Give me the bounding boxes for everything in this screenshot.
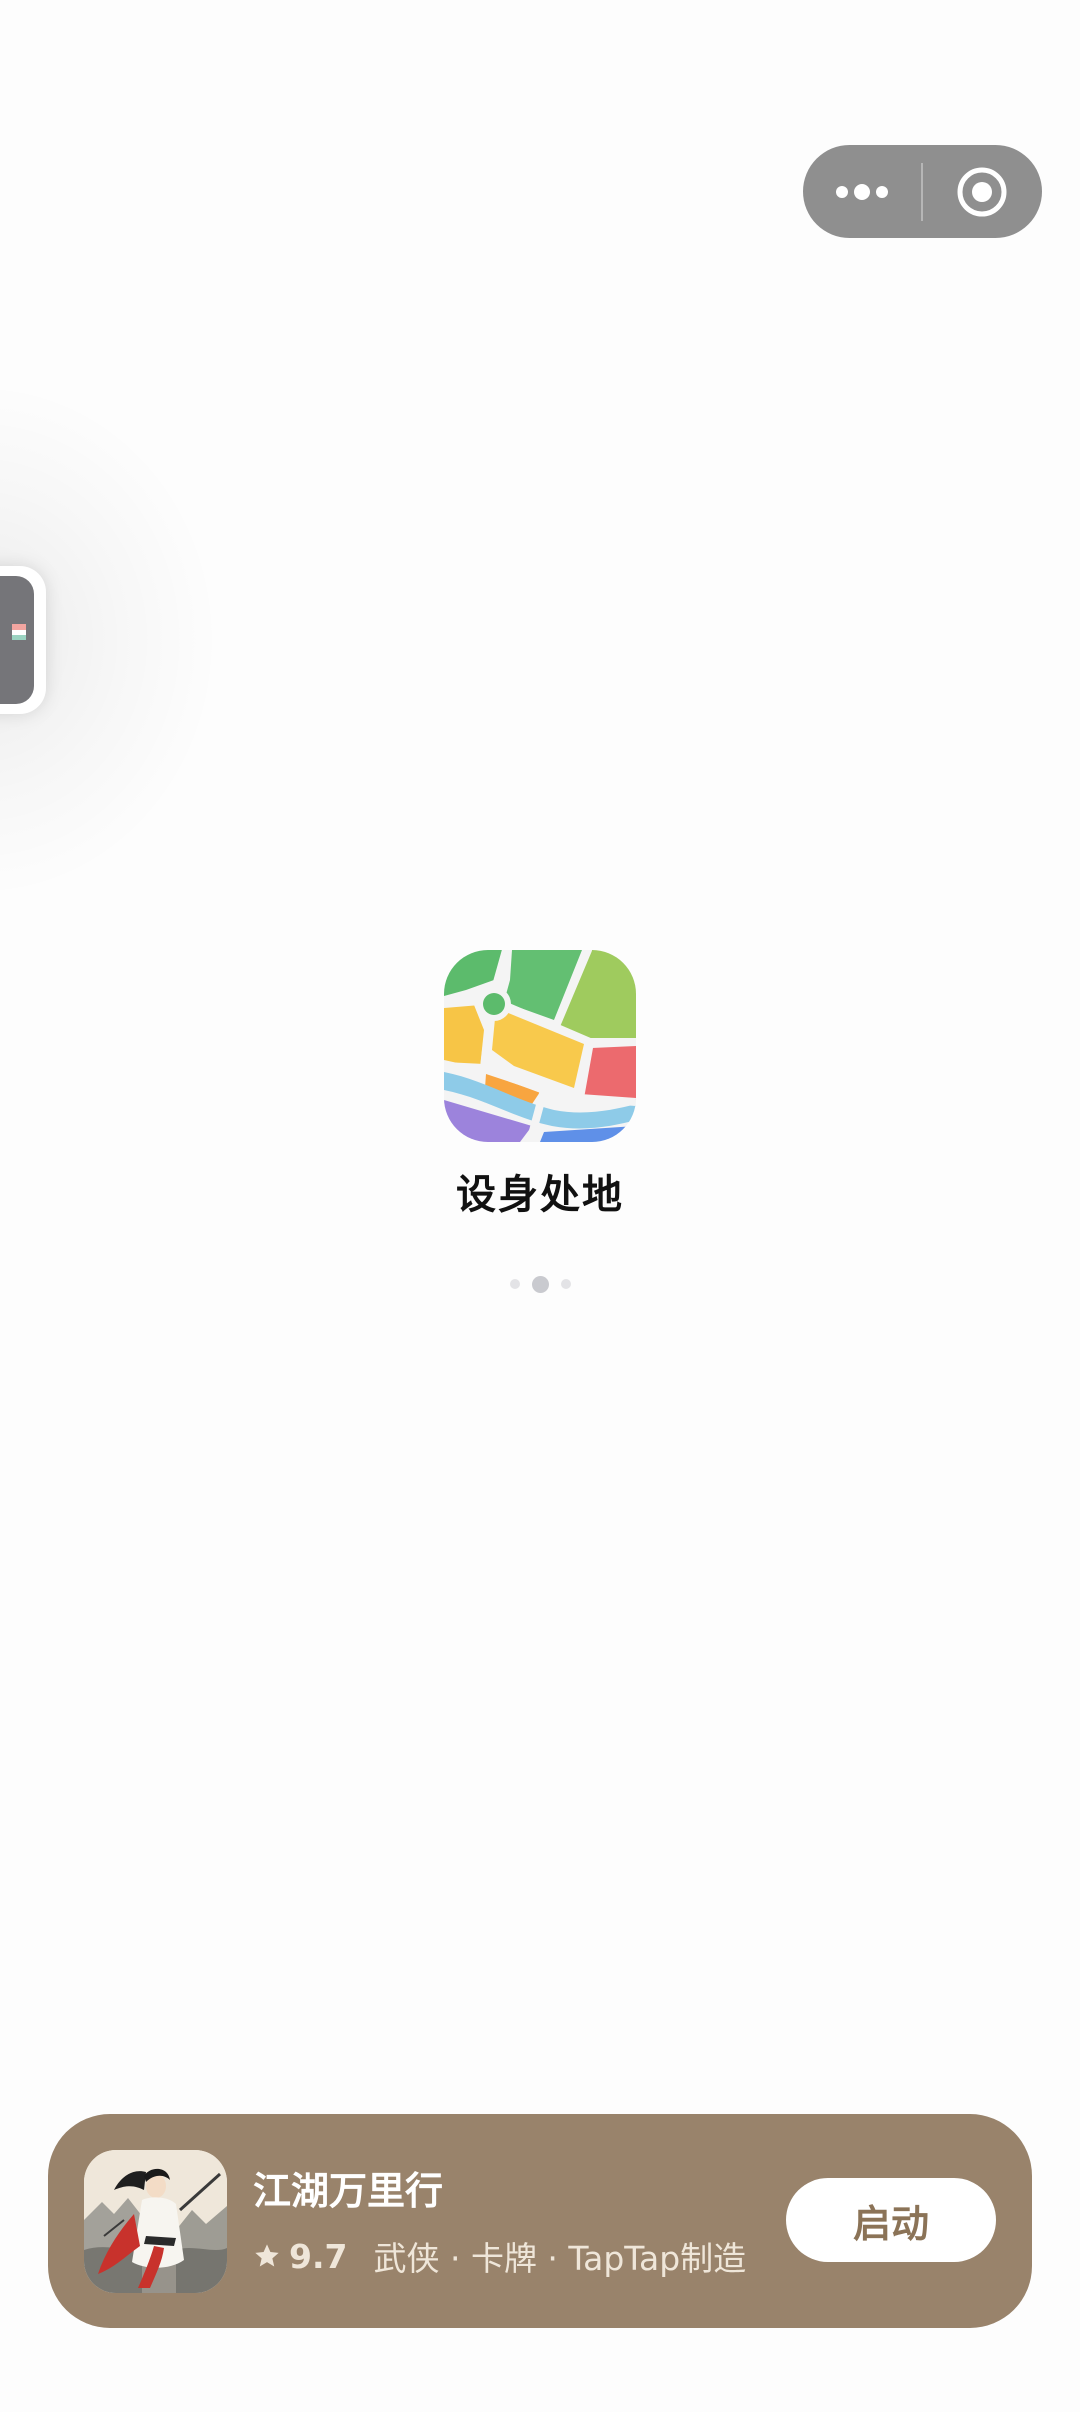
- loading-dot-active: [531, 1275, 549, 1293]
- game-promo-banner[interactable]: 江湖万里行 9.7 武侠 · 卡牌 · TapTap制造 启动: [48, 2114, 1032, 2328]
- game-meta: 9.7 武侠 · 卡牌 · TapTap制造: [253, 2232, 746, 2280]
- floating-window-widget[interactable]: [0, 566, 46, 714]
- map-app-icon: [444, 950, 636, 1142]
- star-icon: [255, 2244, 279, 2267]
- game-title: 江湖万里行: [253, 2169, 444, 2213]
- app-name: 设身处地: [456, 1172, 624, 1218]
- mini-program-capsule: [803, 145, 1042, 238]
- game-rating: 9.7: [289, 2236, 348, 2276]
- close-button[interactable]: [923, 145, 1041, 238]
- more-button[interactable]: [803, 145, 921, 238]
- floating-window-icon: [0, 576, 34, 704]
- flag-icon: [12, 624, 26, 640]
- game-tags: 武侠 · 卡牌 · TapTap制造: [373, 2239, 747, 2278]
- target-circle-icon: [957, 167, 1007, 216]
- wuxia-swordsman-thumbnail: [84, 2150, 227, 2293]
- splash-screen: 设身处地 江湖万里行 9.7 武侠 · 卡牌 · TapTap制造 启动: [0, 0, 1080, 2412]
- launch-button[interactable]: 启动: [786, 2178, 996, 2262]
- loading-indicator: [490, 1270, 590, 1298]
- loading-dot: [560, 1279, 571, 1289]
- more-dots-icon: [836, 183, 888, 200]
- loading-dot: [509, 1279, 520, 1289]
